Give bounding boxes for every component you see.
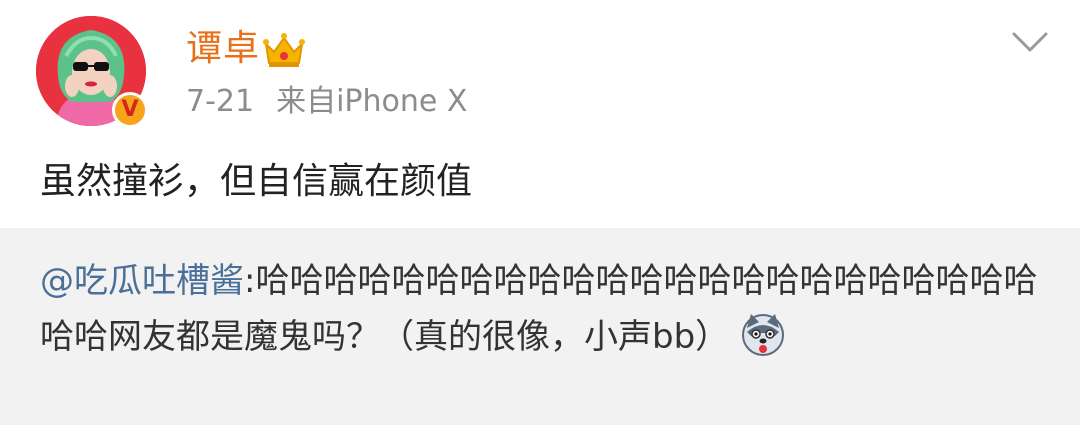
repost-separator: : [244,261,256,301]
repost-block[interactable]: @吃瓜吐槽酱:哈哈哈哈哈哈哈哈哈哈哈哈哈哈哈哈哈哈哈哈哈哈哈哈哈网友都是魔鬼吗？… [0,228,1080,425]
post-meta: 7-21 来自iPhone X [186,82,467,122]
username[interactable]: 谭卓 [186,27,260,71]
mention-link[interactable]: @吃瓜吐槽酱 [40,261,244,301]
husky-dog-emoji-icon [742,314,785,356]
post-date: 7-21 [186,84,255,119]
chevron-down-icon[interactable] [1008,24,1052,60]
repost-text: @吃瓜吐槽酱:哈哈哈哈哈哈哈哈哈哈哈哈哈哈哈哈哈哈哈哈哈哈哈哈哈网友都是魔鬼吗？… [40,253,1040,365]
post-header: V 谭卓 7-21 来自iPhone X [0,0,1080,140]
post-source: 来自iPhone X [276,84,468,119]
post-text: 虽然撞衫，但自信赢在颜值 [40,161,473,202]
verified-badge: V [112,92,148,128]
crown-icon [263,33,305,67]
